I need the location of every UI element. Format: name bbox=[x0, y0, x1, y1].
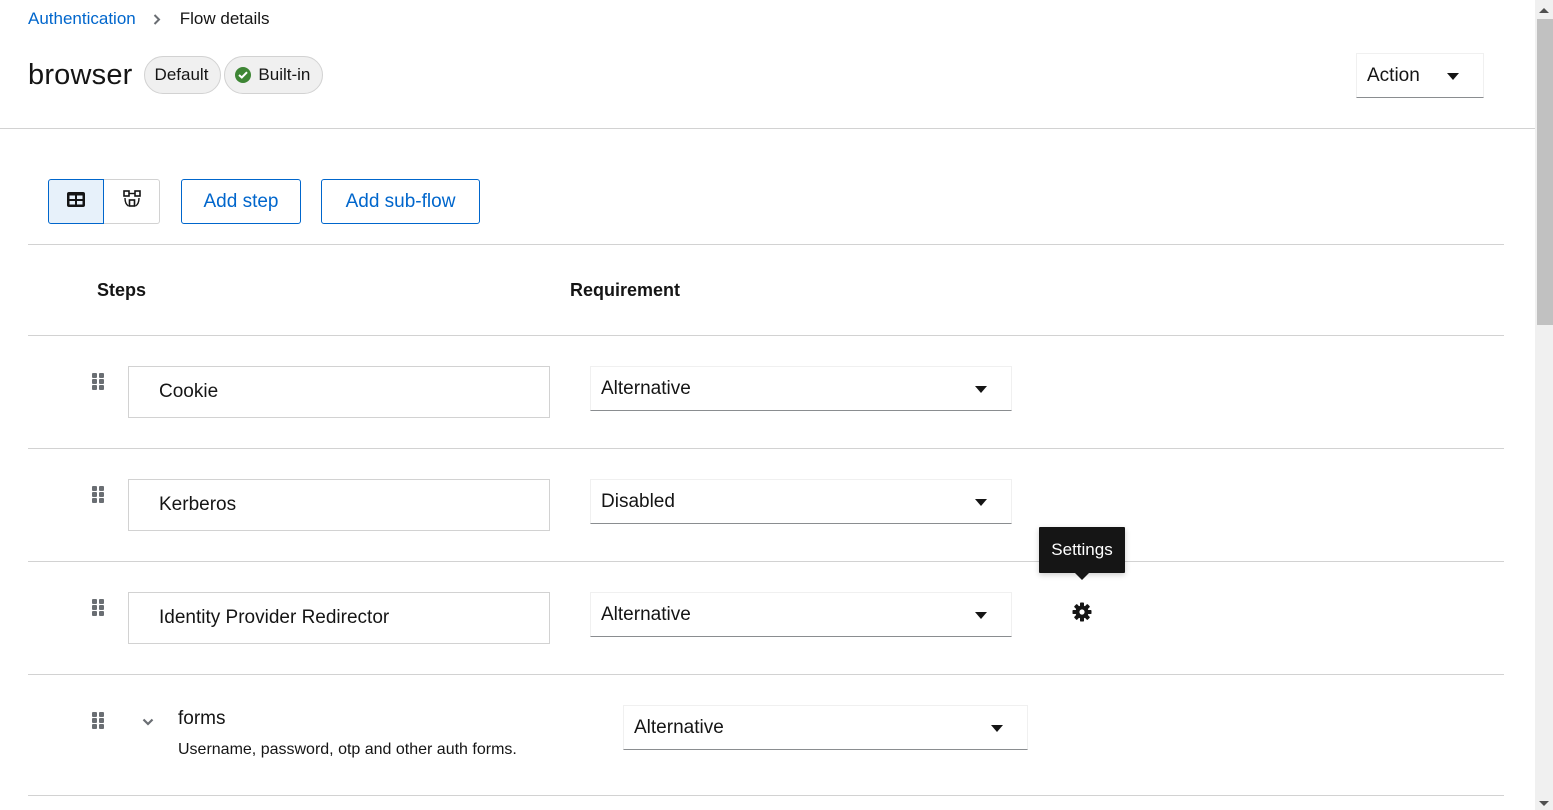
chevron-down-icon bbox=[142, 714, 154, 731]
arrow-down-icon bbox=[1539, 793, 1549, 810]
action-dropdown[interactable]: Action bbox=[1356, 53, 1484, 98]
table-row: forms Username, password, otp and other … bbox=[28, 675, 1504, 796]
breadcrumb-authentication-link[interactable]: Authentication bbox=[28, 9, 136, 29]
table-row: Cookie Alternative bbox=[28, 336, 1504, 449]
expand-toggle[interactable] bbox=[142, 714, 154, 726]
caret-down-icon bbox=[975, 386, 987, 393]
requirement-value: Alternative bbox=[601, 377, 691, 399]
requirement-select[interactable]: Alternative bbox=[623, 705, 1028, 750]
caret-down-icon bbox=[975, 499, 987, 506]
column-header-requirement: Requirement bbox=[570, 280, 681, 300]
add-step-button[interactable]: Add step bbox=[181, 179, 301, 224]
breadcrumb-current: Flow details bbox=[179, 9, 270, 28]
requirement-select[interactable]: Alternative bbox=[590, 592, 1012, 637]
caret-down-icon bbox=[991, 725, 1003, 732]
table-view-toggle[interactable] bbox=[48, 179, 104, 224]
toolbar-divider bbox=[28, 244, 1504, 245]
drag-handle-icon[interactable] bbox=[92, 599, 104, 616]
default-label-text: Default bbox=[154, 65, 209, 84]
vertical-scrollbar[interactable] bbox=[1535, 0, 1553, 810]
flow-name: forms bbox=[178, 708, 226, 729]
built-in-label: Built-in bbox=[224, 56, 324, 94]
action-dropdown-label: Action bbox=[1367, 64, 1420, 86]
step-name: Cookie bbox=[128, 366, 550, 418]
view-toggle-group bbox=[48, 179, 160, 224]
drag-handle-icon[interactable] bbox=[92, 373, 104, 390]
gear-icon bbox=[1072, 602, 1092, 627]
drag-handle-icon[interactable] bbox=[92, 486, 104, 503]
arrow-up-icon bbox=[1539, 0, 1549, 18]
step-name-text: Cookie bbox=[159, 381, 219, 402]
check-circle-icon bbox=[235, 67, 252, 83]
caret-down-icon bbox=[975, 612, 987, 619]
scroll-up-button[interactable] bbox=[1535, 0, 1553, 17]
tooltip-text: Settings bbox=[1051, 540, 1113, 559]
settings-button[interactable] bbox=[1071, 602, 1093, 627]
requirement-value: Alternative bbox=[634, 716, 724, 738]
page-title: browser bbox=[28, 58, 133, 91]
header-divider bbox=[0, 128, 1535, 129]
step-name-text: Kerberos bbox=[159, 494, 237, 515]
default-label: Default bbox=[143, 56, 222, 94]
table-view-icon bbox=[67, 191, 85, 212]
requirement-value: Alternative bbox=[601, 603, 691, 625]
table-row: Kerberos Disabled bbox=[28, 449, 1504, 562]
column-header-steps: Steps bbox=[97, 280, 147, 300]
requirement-select[interactable]: Disabled bbox=[590, 479, 1012, 524]
flow-description: Username, password, otp and other auth f… bbox=[178, 741, 517, 758]
chevron-right-icon bbox=[152, 13, 162, 25]
built-in-label-text: Built-in bbox=[258, 65, 311, 84]
breadcrumb: Authentication Flow details bbox=[28, 8, 270, 30]
step-name: Kerberos bbox=[128, 479, 550, 531]
drag-handle-icon[interactable] bbox=[92, 712, 104, 729]
add-subflow-button[interactable]: Add sub-flow bbox=[321, 179, 480, 224]
caret-down-icon bbox=[1447, 73, 1459, 80]
table-row: Identity Provider Redirector Alternative bbox=[28, 562, 1504, 675]
requirement-value: Disabled bbox=[601, 490, 675, 512]
settings-tooltip: Settings bbox=[1039, 527, 1125, 580]
scroll-down-button[interactable] bbox=[1535, 793, 1553, 810]
scrollbar-thumb[interactable] bbox=[1537, 19, 1553, 325]
diagram-view-icon bbox=[122, 190, 141, 213]
diagram-view-toggle[interactable] bbox=[104, 179, 160, 224]
requirement-select[interactable]: Alternative bbox=[590, 366, 1012, 411]
step-name-text: Identity Provider Redirector bbox=[159, 607, 390, 628]
flow-details-page: Authentication Flow details browser Defa… bbox=[0, 0, 1535, 810]
title-row: browser Default Built-in bbox=[28, 56, 326, 94]
step-name: Identity Provider Redirector bbox=[128, 592, 550, 644]
